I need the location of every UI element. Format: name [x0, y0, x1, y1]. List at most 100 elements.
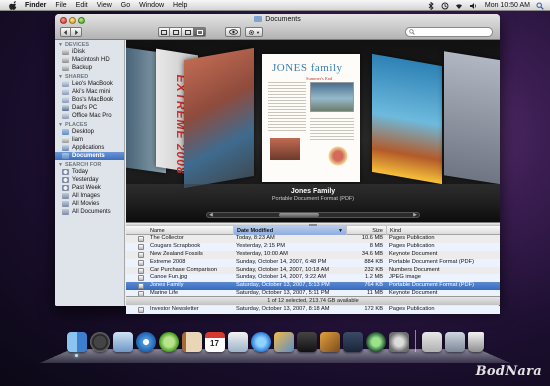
menu-go[interactable]: Go [121, 2, 130, 9]
file-name: The Collector [150, 235, 184, 241]
smart-folder-icon [62, 209, 69, 215]
cover-flow-pane[interactable]: EXTREME 2008 JONES family Summer's End J… [126, 40, 500, 222]
ichat-icon[interactable] [158, 332, 179, 352]
sidebar-section-shared[interactable]: ▼ SHARED [55, 72, 124, 80]
itunes-icon[interactable] [250, 332, 271, 352]
disclosure-triangle-icon[interactable]: ▼ [58, 42, 63, 48]
file-size: 8 MB [369, 242, 383, 249]
column-date-header[interactable]: Date Modified ▼ [233, 226, 346, 235]
cover-canoe-fun[interactable] [184, 47, 254, 189]
sidebar-item-bos-s-macbook[interactable]: Bos's MacBook [55, 96, 124, 104]
sidebar-item-dad-s-pc[interactable]: Dad's PC [55, 104, 124, 112]
disclosure-triangle-icon[interactable]: ▼ [58, 122, 63, 128]
menu-clock[interactable]: Mon 10:50 AM [485, 2, 530, 9]
sidebar-item-macintosh-hd[interactable]: Macintosh HD [55, 56, 124, 64]
iphoto-icon[interactable] [273, 332, 294, 352]
sidebar-item-aki-s-mac-mini[interactable]: Aki's Mac mini [55, 88, 124, 96]
sidebar-item-desktop[interactable]: Desktop [55, 128, 124, 136]
forward-button[interactable] [71, 27, 82, 37]
imovie-icon[interactable] [296, 332, 317, 352]
table-row[interactable]: Car Purchase Comparison Sunday, October 1… [126, 267, 500, 275]
smart-folder-icon [62, 193, 69, 199]
address-book-icon[interactable] [181, 332, 202, 352]
sidebar-item-liam[interactable]: liam [55, 136, 124, 144]
column-size-header[interactable]: Size [346, 226, 386, 235]
safari-icon[interactable] [135, 332, 156, 352]
mail-icon[interactable] [112, 332, 133, 352]
back-button[interactable] [60, 27, 71, 37]
table-row[interactable]: Cougars Scrapbook Yesterday, 2:15 PM 8 MB P… [126, 242, 500, 251]
cover-mountain-bike[interactable] [444, 51, 500, 185]
action-menu-button[interactable]: ▼ [245, 27, 263, 37]
spaces-icon[interactable] [342, 332, 363, 352]
time-machine-icon[interactable] [365, 332, 386, 352]
sidebar-item-office-mac-pro[interactable]: Office Mac Pro [55, 112, 124, 120]
table-row[interactable]: The Collector Today, 8:23 AM 10.6 MB Pages … [126, 235, 500, 243]
time-machine-icon[interactable] [441, 2, 449, 10]
sidebar-item-all-documents[interactable]: All Documents [55, 208, 124, 216]
spotlight-icon[interactable] [536, 2, 544, 10]
sidebar-item-documents[interactable]: Documents [55, 152, 124, 160]
sidebar-item-yesterday[interactable]: Yesterday [55, 176, 124, 184]
menu-finder[interactable]: Finder [25, 2, 46, 9]
column-view-button[interactable] [182, 27, 194, 37]
column-kind-header[interactable]: Kind [386, 226, 500, 235]
menu-edit[interactable]: Edit [76, 2, 88, 9]
cover-flow-button[interactable] [194, 27, 206, 37]
file-size: 764 KB [364, 282, 383, 289]
disclosure-triangle-icon[interactable]: ▼ [58, 74, 63, 80]
list-view-button[interactable] [170, 27, 182, 37]
sidebar-item-today[interactable]: Today [55, 168, 124, 176]
menu-view[interactable]: View [97, 2, 112, 9]
scroll-left-icon[interactable]: ◀ [209, 212, 213, 218]
column-name-header[interactable]: Name [126, 226, 233, 235]
file-kind: Keynote Document [389, 250, 438, 257]
file-date-modified: Yesterday, 10:00 AM [236, 250, 288, 257]
disclosure-triangle-icon[interactable]: ▼ [58, 162, 63, 168]
trash-icon[interactable] [467, 332, 484, 352]
table-row[interactable]: Canoe Fun.jpg Sunday, October 14, 2007, 9… [126, 274, 500, 283]
table-row[interactable]: Extreme 2008 Sunday, October 14, 2007, 6:… [126, 258, 500, 267]
sidebar-item-idisk[interactable]: iDisk [55, 48, 124, 56]
sidebar-item-applications[interactable]: Applications [55, 144, 124, 152]
menu-help[interactable]: Help [173, 2, 187, 9]
menu-window[interactable]: Window [139, 2, 164, 9]
volume-icon[interactable] [469, 2, 477, 10]
quick-look-button[interactable] [225, 27, 241, 37]
menu-file[interactable]: File [55, 2, 66, 9]
table-row[interactable]: Jones Family Saturday, October 13, 2007, … [126, 282, 500, 291]
cover-marine-life[interactable] [372, 53, 442, 185]
sidebar-item-label: Past Week [72, 185, 101, 191]
cover-center-subtitle: Summer's End [306, 76, 333, 81]
menu-bar: Finder File Edit View Go Window Help Mon… [0, 0, 550, 11]
wifi-icon[interactable] [455, 2, 463, 10]
dashboard-icon[interactable] [89, 332, 110, 352]
documents-stack-icon[interactable] [421, 332, 442, 352]
finder-icon[interactable] [66, 332, 87, 357]
preview-icon[interactable] [227, 332, 248, 352]
sidebar-item-backup[interactable]: Backup [55, 64, 124, 72]
system-preferences-icon[interactable] [388, 332, 409, 352]
ical-icon[interactable]: 17 [204, 332, 225, 352]
sidebar-section-devices[interactable]: ▼ DEVICES [55, 40, 124, 48]
scroll-right-icon[interactable]: ▶ [413, 212, 417, 218]
sidebar-item-past-week[interactable]: Past Week [55, 184, 124, 192]
window-titlebar[interactable]: Documents ▼ [55, 14, 500, 40]
icon-view-button[interactable] [158, 27, 170, 37]
search-field[interactable] [405, 27, 493, 37]
downloads-stack-icon[interactable] [444, 332, 465, 352]
sidebar-item-all-images[interactable]: All Images [55, 192, 124, 200]
bluetooth-icon[interactable] [427, 1, 435, 10]
sidebar-item-leo-s-macbook[interactable]: Leo's MacBook [55, 80, 124, 88]
sidebar-section-places[interactable]: ▼ PLACES [55, 120, 124, 128]
cover-flow-kind: Portable Document Format (PDF) [271, 196, 355, 202]
cover-flow-scrollbar[interactable]: ◀ ▶ [206, 212, 420, 218]
cover-flow-scroll-thumb[interactable] [279, 213, 319, 217]
garageband-icon[interactable] [319, 332, 340, 352]
sidebar-item-all-movies[interactable]: All Movies [55, 200, 124, 208]
sidebar-section-search-for[interactable]: ▼ SEARCH FOR [55, 160, 124, 168]
apple-menu-icon[interactable] [9, 0, 17, 10]
table-row[interactable]: New Zealand Fossils Yesterday, 10:00 AM 34… [126, 251, 500, 259]
cover-jones-family[interactable]: JONES family Summer's End [262, 54, 360, 182]
file-date-modified: Saturday, October 13, 2007, 5:13 PM [236, 282, 330, 289]
